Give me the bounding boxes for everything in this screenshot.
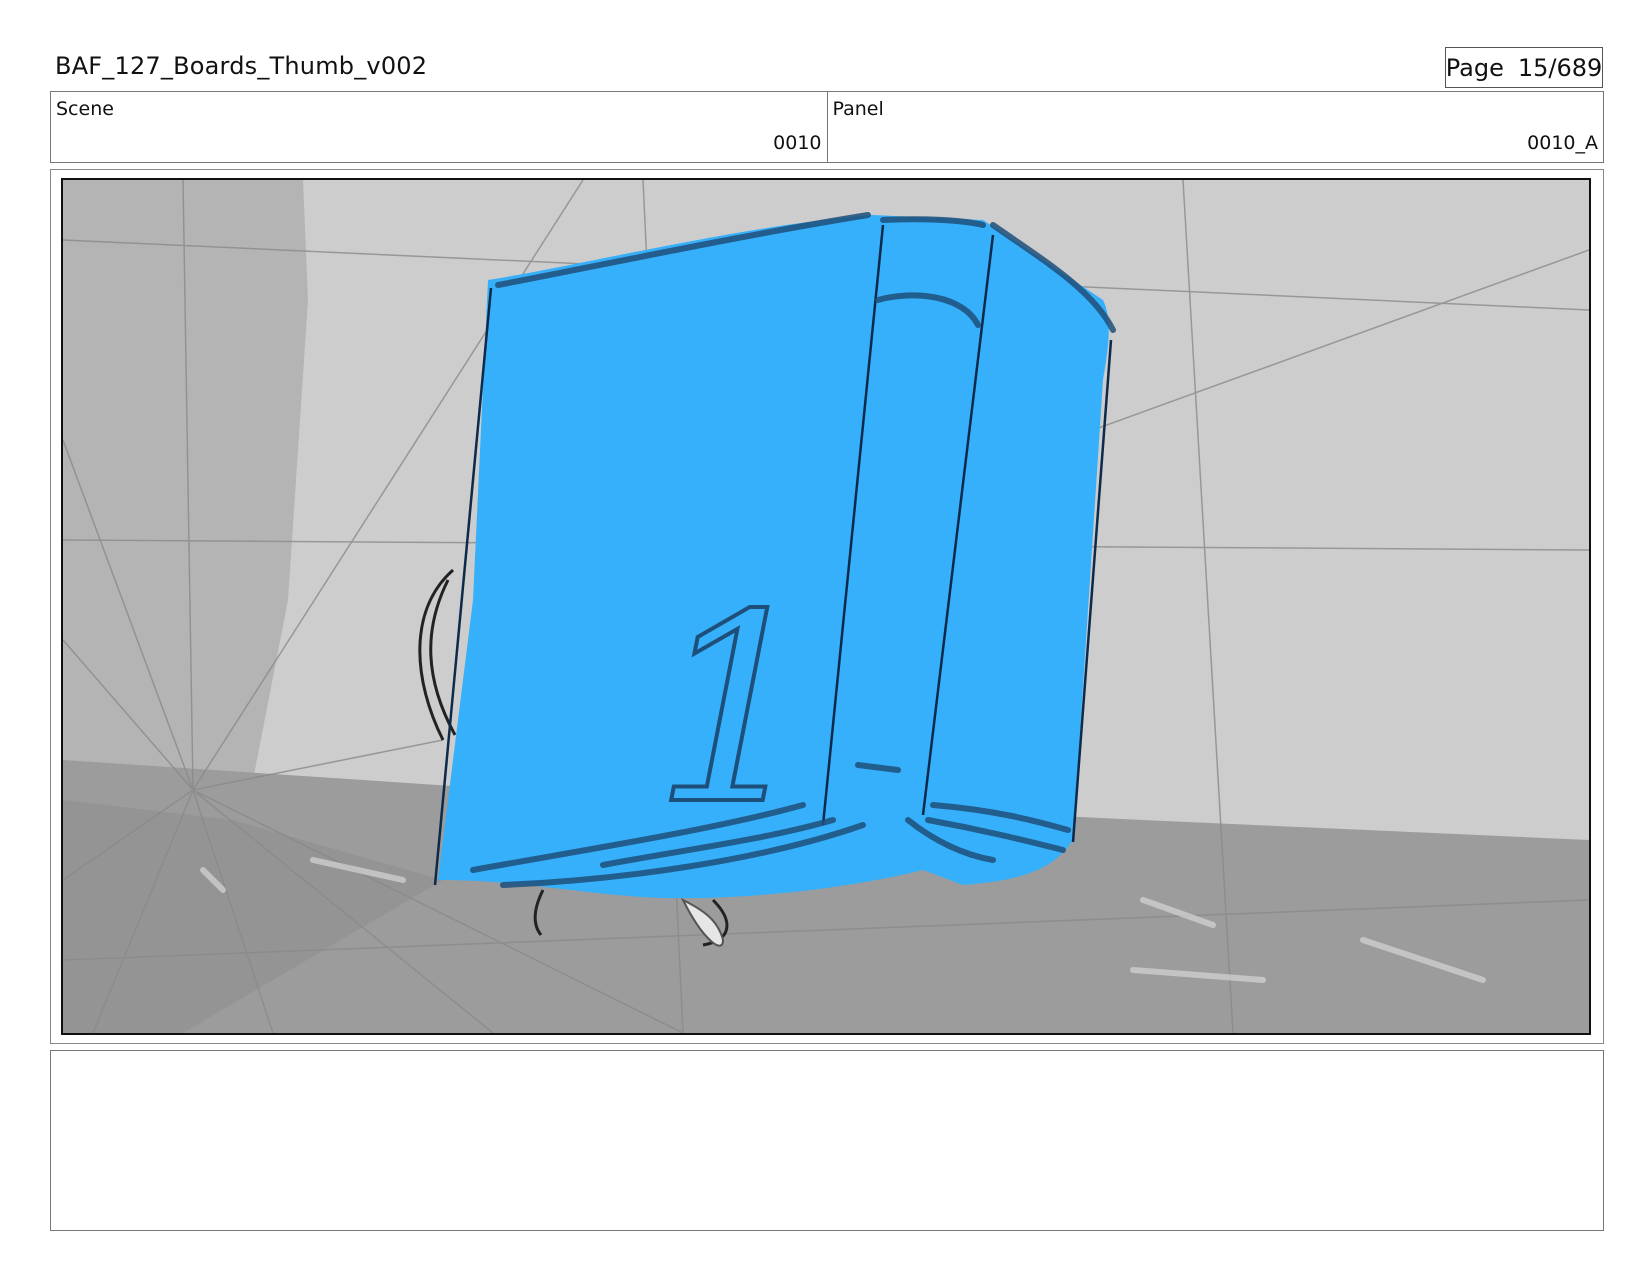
panel-cell: Panel 0010_A: [826, 92, 1604, 162]
scene-cell: Scene 0010: [51, 92, 827, 162]
document-title: BAF_127_Boards_Thumb_v002: [55, 52, 428, 80]
book-number: 1: [653, 560, 818, 862]
notes-area[interactable]: [50, 1050, 1604, 1231]
page-indicator: Page 15/689: [1445, 47, 1603, 88]
scene-label: Scene: [56, 98, 114, 120]
page-label: Page: [1445, 53, 1504, 82]
page-number: 15/689: [1517, 53, 1603, 82]
scene-value: 0010: [773, 132, 822, 154]
panel-value: 0010_A: [1527, 132, 1598, 154]
panel-label: Panel: [832, 98, 884, 120]
storyboard-image: 1: [61, 178, 1591, 1035]
scene-panel-info: Scene 0010 Panel 0010_A: [50, 91, 1604, 163]
